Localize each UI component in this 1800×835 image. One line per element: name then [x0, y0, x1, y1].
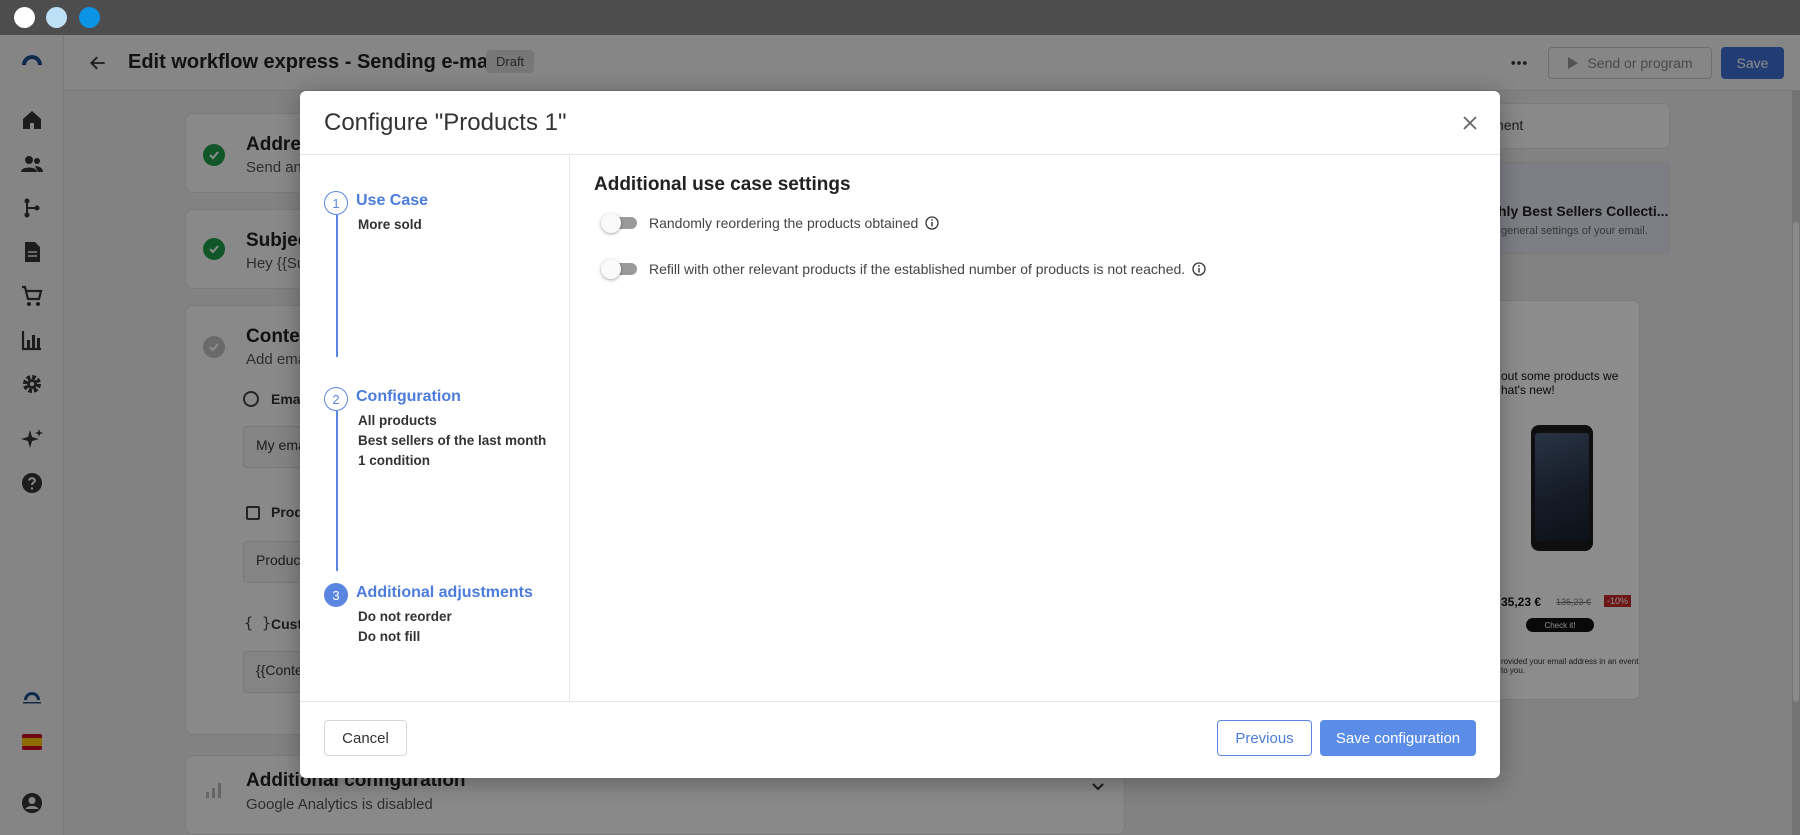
window-minimize-dot[interactable]: [46, 7, 67, 28]
window-maximize-dot[interactable]: [79, 7, 100, 28]
step-number: 1: [324, 191, 348, 215]
step-number: 3: [324, 583, 348, 607]
window-close-dot[interactable]: [14, 7, 35, 28]
settings-content: Additional use case settings Randomly re…: [571, 155, 1500, 701]
info-icon[interactable]: [1191, 262, 1206, 277]
step-number: 2: [324, 387, 348, 411]
step-detail: Do not fill: [358, 629, 421, 644]
save-configuration-button[interactable]: Save configuration: [1320, 720, 1476, 756]
configure-products-modal: Configure "Products 1" 1 Use Case More s…: [300, 91, 1500, 778]
refill-toggle-label: Refill with other relevant products if t…: [649, 261, 1186, 277]
modal-title: Configure "Products 1": [324, 109, 567, 136]
reorder-toggle-label: Randomly reordering the products obtaine…: [649, 215, 919, 231]
scrollbar-thumb[interactable]: [1793, 222, 1799, 702]
step-detail: More sold: [358, 217, 422, 232]
step-detail: Best sellers of the last month: [358, 433, 547, 448]
step-title: Additional adjustments: [356, 584, 533, 601]
reorder-toggle-row: Randomly reordering the products obtaine…: [601, 211, 939, 235]
section-title: Additional use case settings: [594, 174, 851, 195]
stepper-line: [336, 411, 338, 571]
refill-toggle-row: Refill with other relevant products if t…: [601, 257, 1206, 281]
step-detail: Do not reorder: [358, 609, 452, 624]
reorder-toggle[interactable]: [601, 213, 637, 233]
modal-header: Configure "Products 1": [300, 91, 1500, 155]
window-titlebar: [0, 0, 1800, 35]
step-detail: 1 condition: [358, 453, 430, 468]
modal-footer: Cancel Previous Save configuration: [300, 701, 1500, 778]
refill-toggle[interactable]: [601, 259, 637, 279]
step-title: Use Case: [356, 192, 429, 209]
stepper-line: [336, 215, 338, 357]
info-icon[interactable]: [924, 216, 939, 231]
cancel-button[interactable]: Cancel: [324, 720, 407, 756]
previous-button[interactable]: Previous: [1217, 720, 1312, 756]
configuration-stepper: 1 Use Case More sold 2 Configuration All…: [300, 155, 570, 701]
step-title: Configuration: [356, 388, 461, 405]
close-icon[interactable]: [1458, 111, 1482, 135]
step-detail: All products: [358, 413, 437, 428]
